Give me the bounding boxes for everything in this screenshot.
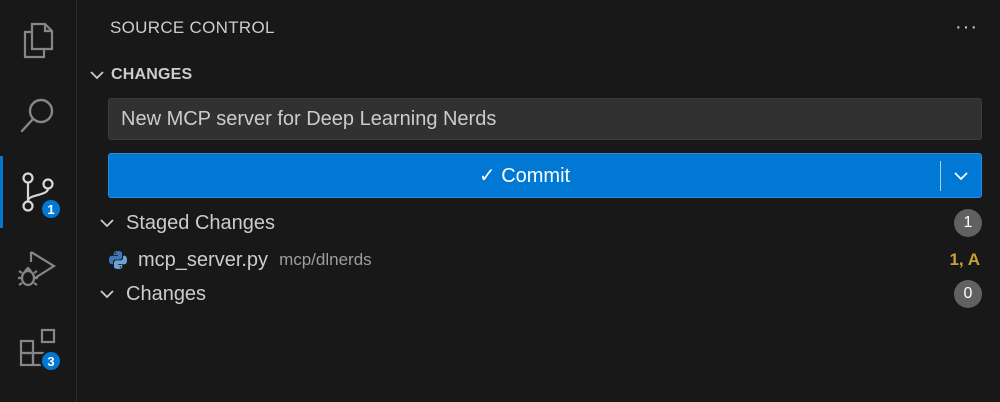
- staged-file-row[interactable]: mcp_server.py mcp/dlnerds 1, A: [108, 244, 980, 276]
- changes-label: Changes: [126, 282, 207, 305]
- run-debug-icon: [18, 251, 57, 287]
- view-title: SOURCE CONTROL: [110, 18, 275, 37]
- chevron-down-icon: [954, 171, 968, 180]
- changes-section-title: CHANGES: [111, 66, 193, 83]
- files-icon: [23, 22, 54, 59]
- activity-search[interactable]: [0, 78, 76, 154]
- commit-divider: [940, 160, 941, 191]
- activity-bar: 1 3: [0, 0, 77, 402]
- changes-group[interactable]: Changes 0: [95, 278, 982, 310]
- chevron-down-icon: [95, 211, 119, 235]
- staged-changes-label: Staged Changes: [126, 211, 276, 234]
- extensions-badge: 3: [40, 350, 62, 372]
- activity-source-control[interactable]: 1: [0, 154, 76, 230]
- search-icon: [20, 98, 54, 133]
- chevron-down-icon: [95, 282, 119, 306]
- python-icon: [109, 251, 127, 269]
- commit-button-group: ✓ Commit: [108, 153, 982, 198]
- file-name: mcp_server.py: [138, 248, 269, 271]
- staged-count-badge: 1: [954, 209, 982, 237]
- chevron-down-icon: [85, 63, 109, 87]
- file-status: 1, A: [949, 250, 980, 269]
- file-path: mcp/dlnerds: [279, 250, 372, 269]
- changes-count-badge: 0: [954, 280, 982, 308]
- source-control-view: SOURCE CONTROL ··· CHANGES ✓ Commit Stag…: [77, 0, 1000, 402]
- changes-section-header[interactable]: CHANGES: [85, 63, 192, 87]
- ellipsis-icon[interactable]: ···: [955, 16, 978, 39]
- activity-extensions[interactable]: 3: [0, 310, 76, 386]
- commit-dropdown-button[interactable]: [941, 154, 981, 197]
- activity-explorer[interactable]: [0, 2, 76, 78]
- commit-message-input[interactable]: [108, 98, 982, 140]
- commit-button[interactable]: ✓ Commit: [109, 154, 940, 197]
- source-control-badge: 1: [40, 198, 62, 220]
- commit-button-label: ✓ Commit: [478, 165, 571, 187]
- staged-changes-group[interactable]: Staged Changes 1: [95, 207, 982, 239]
- activity-run-debug[interactable]: [0, 230, 76, 306]
